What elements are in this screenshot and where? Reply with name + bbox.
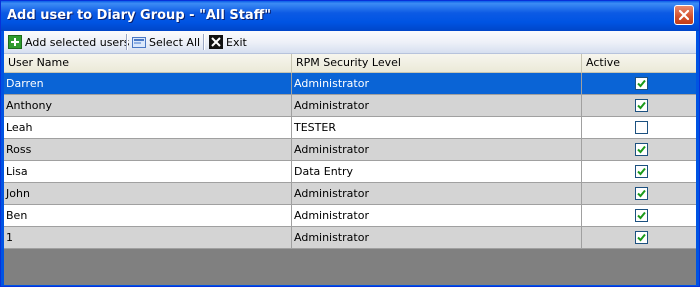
close-button[interactable] — [674, 5, 694, 25]
active-checkbox[interactable] — [635, 121, 648, 134]
security-level-cell[interactable]: Administrator — [292, 227, 582, 248]
toolbar-separator — [203, 34, 205, 50]
table-row[interactable]: Lisa Data Entry — [4, 161, 696, 183]
security-level-cell[interactable]: Administrator — [292, 139, 582, 160]
user-name-cell[interactable]: Ben — [4, 205, 292, 226]
user-name-cell[interactable]: Darren — [4, 73, 292, 94]
toolbar-separator — [126, 34, 128, 50]
exit-x-icon — [209, 35, 223, 49]
active-cell — [582, 139, 696, 160]
active-checkbox[interactable] — [635, 231, 648, 244]
security-level-cell[interactable]: Administrator — [292, 95, 582, 116]
close-icon — [678, 9, 690, 21]
table-row[interactable]: 1 Administrator — [4, 227, 696, 249]
add-selected-users-button[interactable]: Add selected users — [8, 33, 129, 51]
table-row[interactable]: Leah TESTER — [4, 117, 696, 139]
select-all-button[interactable]: Select All — [132, 33, 200, 51]
column-header-user-name[interactable]: User Name — [4, 54, 292, 72]
user-name-cell[interactable]: Leah — [4, 117, 292, 138]
security-level-cell[interactable]: Data Entry — [292, 161, 582, 182]
active-checkbox[interactable] — [635, 143, 648, 156]
select-all-label: Select All — [149, 35, 201, 49]
table-row[interactable]: Ross Administrator — [4, 139, 696, 161]
checkmark-icon — [637, 167, 646, 176]
exit-label: Exit — [226, 35, 247, 49]
security-level-cell[interactable]: Administrator — [292, 73, 582, 94]
active-checkbox[interactable] — [635, 187, 648, 200]
active-cell — [582, 161, 696, 182]
toolbar: Add selected users Select All Exit — [4, 31, 696, 54]
active-checkbox[interactable] — [635, 77, 648, 90]
users-grid: User Name RPM Security Level Active Darr… — [4, 54, 696, 249]
checkmark-icon — [637, 233, 646, 242]
dialog-window: Add user to Diary Group - "All Staff" Ad… — [0, 0, 700, 287]
user-name-cell[interactable]: John — [4, 183, 292, 204]
active-cell — [582, 95, 696, 116]
column-header-security-level[interactable]: RPM Security Level — [292, 54, 582, 72]
active-cell — [582, 205, 696, 226]
table-row[interactable]: Darren Administrator — [4, 73, 696, 95]
window-title: Add user to Diary Group - "All Staff" — [7, 8, 271, 23]
title-bar[interactable]: Add user to Diary Group - "All Staff" — [1, 1, 699, 31]
user-name-cell[interactable]: Lisa — [4, 161, 292, 182]
active-cell — [582, 117, 696, 138]
active-checkbox[interactable] — [635, 209, 648, 222]
exit-button[interactable]: Exit — [209, 33, 247, 51]
user-name-cell[interactable]: Ross — [4, 139, 292, 160]
table-row[interactable]: Anthony Administrator — [4, 95, 696, 117]
user-name-cell[interactable]: Anthony — [4, 95, 292, 116]
active-checkbox[interactable] — [635, 99, 648, 112]
user-name-cell[interactable]: 1 — [4, 227, 292, 248]
add-plus-icon — [8, 35, 22, 49]
checkmark-icon — [637, 189, 646, 198]
active-checkbox[interactable] — [635, 165, 648, 178]
grid-body: Darren Administrator Anthony Administrator L… — [4, 73, 696, 249]
security-level-cell[interactable]: Administrator — [292, 183, 582, 204]
checkmark-icon — [637, 145, 646, 154]
table-row[interactable]: John Administrator — [4, 183, 696, 205]
column-header-active[interactable]: Active — [582, 54, 696, 72]
dialog-client-area: Add selected users Select All Exit User … — [4, 31, 696, 285]
security-level-cell[interactable]: Administrator — [292, 205, 582, 226]
checkmark-icon — [637, 79, 646, 88]
checkmark-icon — [637, 211, 646, 220]
grid-header: User Name RPM Security Level Active — [4, 54, 696, 73]
security-level-cell[interactable]: TESTER — [292, 117, 582, 138]
table-row[interactable]: Ben Administrator — [4, 205, 696, 227]
active-cell — [582, 73, 696, 94]
add-selected-users-label: Add selected users — [25, 35, 130, 49]
select-all-icon — [132, 35, 146, 49]
active-cell — [582, 183, 696, 204]
checkmark-icon — [637, 101, 646, 110]
active-cell — [582, 227, 696, 248]
